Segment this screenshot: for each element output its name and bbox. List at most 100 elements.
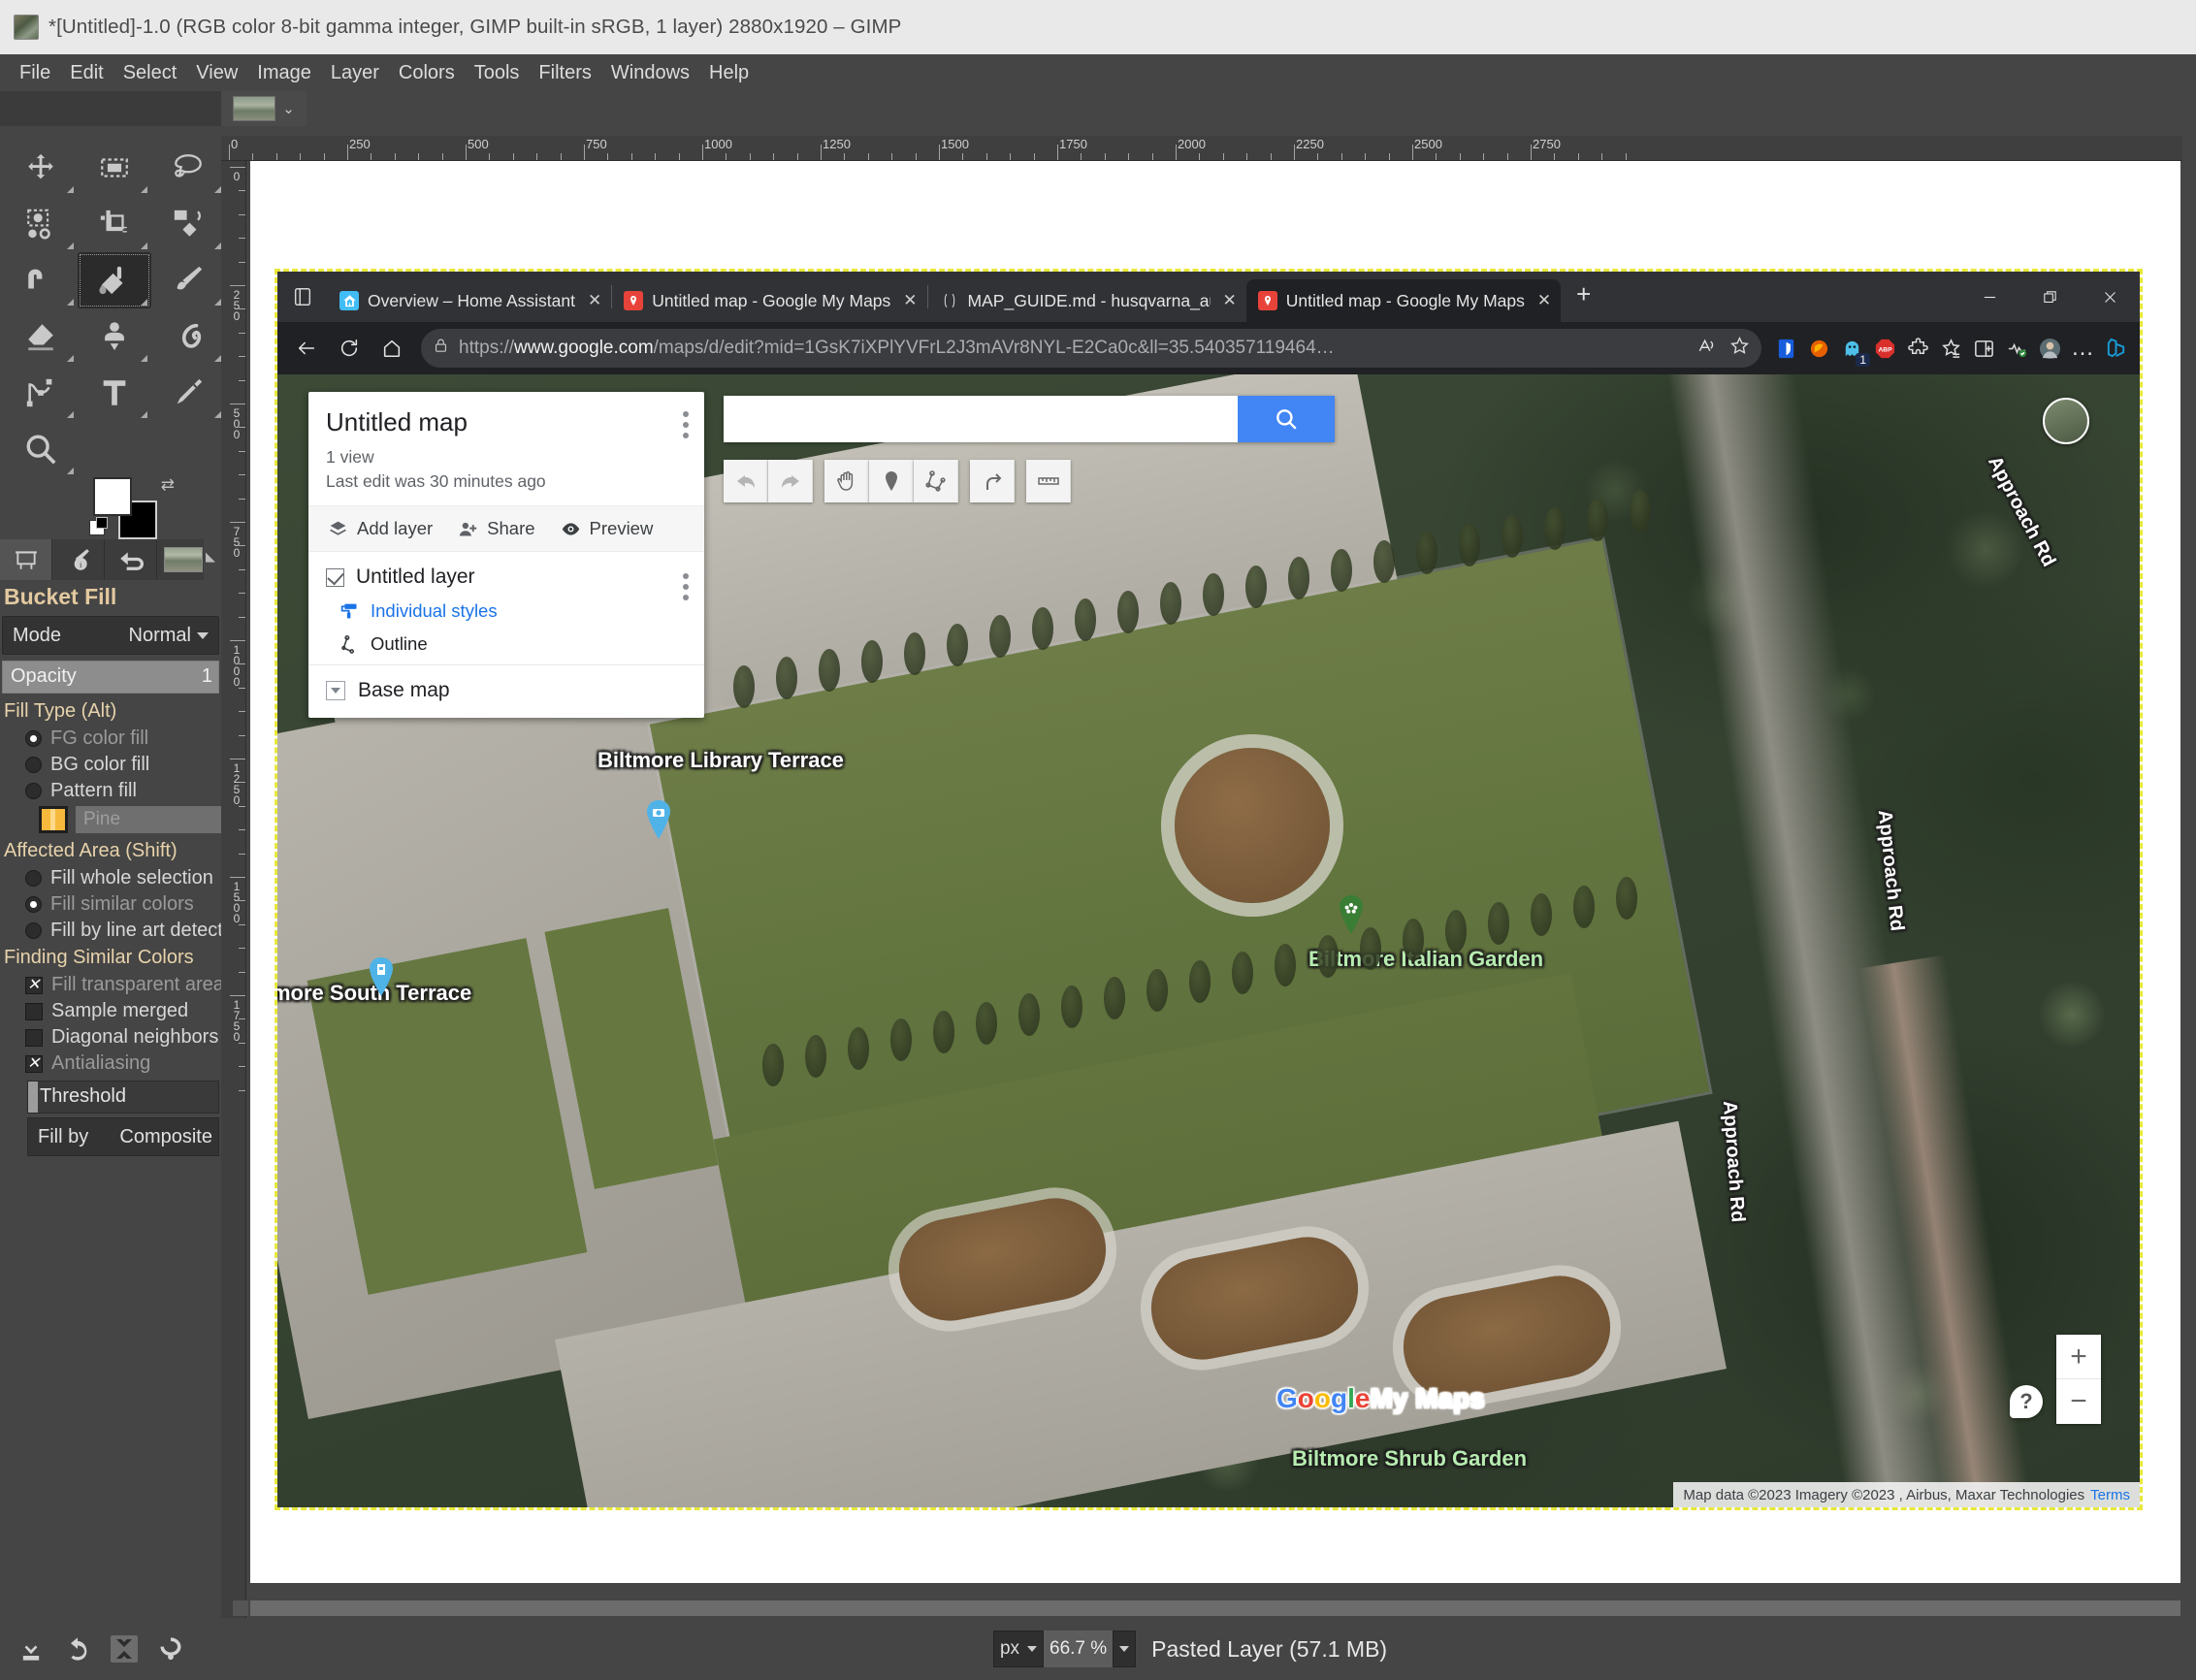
- tab-map-guide-md[interactable]: MAP_GUIDE.md - husqvarna_aut ✕: [928, 279, 1246, 322]
- menu-edit[interactable]: Edit: [60, 60, 113, 86]
- free-select-tool[interactable]: [151, 140, 225, 196]
- fill-by-row[interactable]: Fill by Composite: [27, 1117, 219, 1156]
- revert-icon[interactable]: [157, 1635, 184, 1663]
- adblock-plus-icon[interactable]: ABP: [1870, 334, 1899, 363]
- affected-fill-similar-colors[interactable]: Fill similar colors: [0, 891, 221, 918]
- outline-row[interactable]: Outline: [326, 622, 687, 655]
- checkbox-icon-antialiasing[interactable]: [25, 1053, 43, 1073]
- tab-overview-home-assistant[interactable]: Overview – Home Assistant ✕: [328, 279, 611, 322]
- menu-file[interactable]: File: [10, 60, 60, 86]
- close-icon[interactable]: ⌄: [282, 100, 295, 117]
- collections-icon[interactable]: [1936, 334, 1965, 363]
- individual-styles-row[interactable]: Individual styles: [326, 589, 687, 622]
- radio-icon-pattern[interactable]: [25, 783, 42, 799]
- pan-tool-button[interactable]: [824, 460, 869, 502]
- layer-options-menu-icon[interactable]: [683, 573, 689, 605]
- reload-button[interactable]: [330, 329, 369, 368]
- browser-toolbar[interactable]: https://www.google.com/maps/d/edit?mid=1…: [277, 322, 2140, 374]
- bing-copilot-icon[interactable]: [2101, 334, 2130, 363]
- crop-tool[interactable]: [78, 196, 151, 252]
- maximize-restore-button[interactable]: [2019, 272, 2080, 322]
- browser-essentials-icon[interactable]: [2002, 334, 2031, 363]
- radio-icon-similar-colors[interactable]: [25, 896, 42, 913]
- camera-marker[interactable]: [644, 799, 673, 840]
- foreground-background-colors[interactable]: ⇄: [89, 475, 177, 539]
- menu-image[interactable]: Image: [247, 60, 321, 86]
- threshold-slider[interactable]: Threshold: [27, 1081, 219, 1114]
- street-view-pegman[interactable]: [2043, 398, 2089, 444]
- base-map-expand-icon[interactable]: [326, 681, 345, 700]
- chevron-down-icon-zoom[interactable]: [1119, 1646, 1130, 1652]
- move-tool[interactable]: [4, 140, 78, 196]
- add-layer-button[interactable]: Add layer: [328, 518, 433, 539]
- close-icon[interactable]: ✕: [1223, 291, 1237, 310]
- unified-transform-tool[interactable]: [151, 196, 225, 252]
- chevron-down-icon-unit[interactable]: [1027, 1646, 1038, 1652]
- pattern-selector[interactable]: Pine: [0, 804, 221, 837]
- measure-tool[interactable]: [151, 365, 225, 421]
- park-marker[interactable]: [1337, 894, 1366, 935]
- fill-type-bg[interactable]: BG color fill: [0, 752, 221, 778]
- extensions-puzzle-icon[interactable]: [1903, 334, 1932, 363]
- affected-fill-whole-selection[interactable]: Fill whole selection: [0, 865, 221, 891]
- my-maps-actions[interactable]: Add layer Share Preview: [308, 505, 704, 552]
- tool-options-tab[interactable]: [0, 539, 52, 580]
- tab-untitled-map-2-active[interactable]: Untitled map - Google My Maps ✕: [1245, 279, 1562, 322]
- chevron-down-icon[interactable]: [197, 631, 209, 639]
- draw-line-button[interactable]: [914, 460, 958, 502]
- opacity-slider[interactable]: Opacity 1: [2, 661, 219, 694]
- map-edit-toolbar[interactable]: [724, 460, 1071, 502]
- my-maps-layer-section[interactable]: Untitled layer Individual styles Outline: [308, 552, 704, 664]
- directions-button[interactable]: [970, 460, 1015, 502]
- page-content-google-my-maps[interactable]: Biltmore Library Terrace more South Terr…: [277, 374, 2140, 1507]
- radio-icon-whole-selection[interactable]: [25, 870, 42, 887]
- profile-avatar[interactable]: [2035, 334, 2064, 363]
- fuzzy-select-tool[interactable]: [4, 196, 78, 252]
- map-options-menu-icon[interactable]: [683, 411, 689, 443]
- path-tool[interactable]: [4, 365, 78, 421]
- browser-tabstrip[interactable]: Overview – Home Assistant ✕ Untitled map…: [277, 272, 2140, 322]
- canvas-horizontal-scrollbar[interactable]: [250, 1600, 2180, 1616]
- text-tool[interactable]: [78, 365, 151, 421]
- menu-tools[interactable]: Tools: [465, 60, 530, 86]
- option-antialiasing[interactable]: Antialiasing: [0, 1050, 221, 1077]
- eraser-tool[interactable]: [4, 308, 78, 365]
- menu-help[interactable]: Help: [699, 60, 759, 86]
- split-screen-icon[interactable]: [1969, 334, 1998, 363]
- unit-selector[interactable]: px: [992, 1631, 1045, 1667]
- zoom-selector[interactable]: [1113, 1631, 1137, 1667]
- menu-select[interactable]: Select: [113, 60, 187, 86]
- radio-icon-bg[interactable]: [25, 757, 42, 773]
- ghostery-icon[interactable]: 1: [1837, 334, 1870, 367]
- menu-windows[interactable]: Windows: [601, 60, 699, 86]
- read-aloud-icon[interactable]: [1695, 336, 1716, 361]
- menu-colors[interactable]: Colors: [389, 60, 465, 86]
- building-marker[interactable]: [367, 956, 396, 997]
- smudge-tool[interactable]: [151, 308, 225, 365]
- tab-actions-icon[interactable]: [277, 272, 328, 322]
- search-button[interactable]: [1238, 396, 1335, 442]
- rectangle-select-tool[interactable]: [78, 140, 151, 196]
- back-button[interactable]: [287, 329, 326, 368]
- edge-browser-window[interactable]: Overview – Home Assistant ✕ Untitled map…: [274, 269, 2143, 1510]
- share-button[interactable]: Share: [458, 518, 535, 539]
- checkbox-icon-sample-merged[interactable]: [25, 1002, 43, 1020]
- zoom-level-value[interactable]: 66.7 %: [1044, 1631, 1114, 1667]
- option-diagonal-neighbors[interactable]: Diagonal neighbors: [0, 1024, 221, 1050]
- pattern-swatch[interactable]: [39, 806, 68, 833]
- base-map-row[interactable]: Base map: [308, 664, 704, 718]
- layer-visibility-checkbox[interactable]: [326, 567, 344, 587]
- more-options-icon[interactable]: …: [2068, 334, 2097, 363]
- new-tab-button[interactable]: +: [1561, 279, 1606, 315]
- tab-untitled-map-1[interactable]: Untitled map - Google My Maps ✕: [612, 279, 926, 322]
- paintbrush-tool[interactable]: [151, 252, 225, 308]
- menu-filters[interactable]: Filters: [529, 60, 600, 86]
- checkbox-icon-diagonal-neighbors[interactable]: [25, 1028, 43, 1047]
- foreground-color-swatch[interactable]: [93, 477, 132, 516]
- terms-link[interactable]: Terms: [2090, 1487, 2130, 1503]
- option-sample-merged[interactable]: Sample merged: [0, 998, 221, 1024]
- clone-tool[interactable]: [78, 308, 151, 365]
- images-tab[interactable]: [157, 539, 210, 580]
- undo-icon[interactable]: [64, 1635, 91, 1663]
- checkbox-icon-fill-transparent[interactable]: [25, 975, 43, 994]
